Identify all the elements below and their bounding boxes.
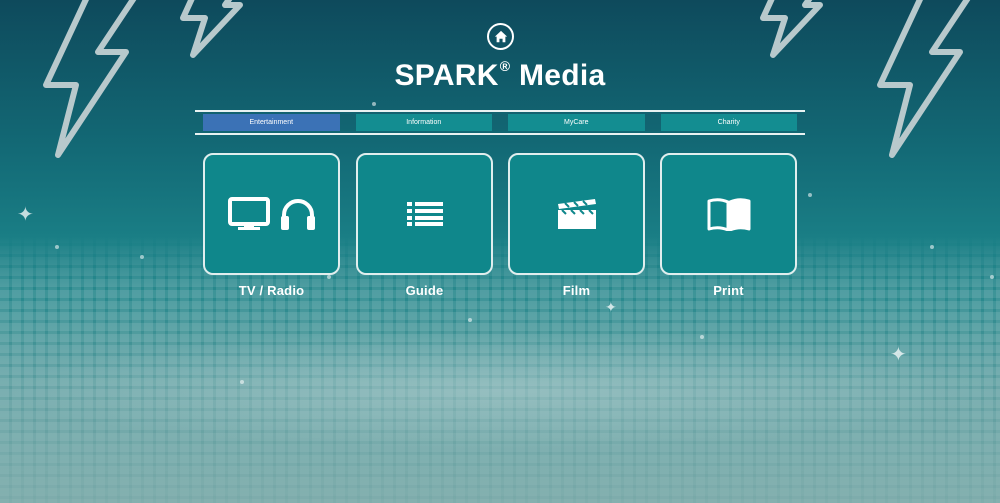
tile-guide: Guide (356, 153, 493, 298)
sparkle-dot (140, 255, 144, 259)
lightning-bolt-icon (760, 0, 823, 58)
sparkle-dot (372, 102, 376, 106)
sparkle-dot (990, 275, 994, 279)
tile-tv-radio: TV / Radio (203, 153, 340, 298)
tab-label: Charity (717, 119, 740, 126)
clapperboard-icon (557, 199, 596, 229)
tab-label: MyCare (563, 119, 589, 126)
sparkle-icon: ✦ (890, 344, 907, 366)
tile-label: TV / Radio (238, 283, 305, 298)
tv-radio-button[interactable] (203, 153, 340, 275)
sparkle-icon: ✦ (17, 204, 34, 226)
lightning-bolt-icon (180, 0, 243, 58)
home-icon (494, 30, 507, 42)
headphones-icon (280, 199, 315, 230)
list-icon (406, 202, 443, 226)
tile-label: Print (713, 283, 744, 298)
guide-button[interactable] (356, 153, 493, 275)
page-title: SPARK® Media (0, 58, 1000, 93)
media-tiles: TV / Radio Guide Film Print (203, 153, 803, 313)
sparkle-dot (468, 318, 472, 322)
category-tabs: Entertainment Information MyCare Charity (195, 110, 805, 135)
book-icon (707, 198, 750, 231)
app-title: SPARK (394, 59, 499, 92)
tab-charity[interactable]: Charity (660, 114, 797, 131)
registered-mark: ® (499, 58, 511, 74)
tab-mycare[interactable]: MyCare (508, 114, 645, 131)
tab-label: Information (406, 119, 442, 126)
tile-label: Film (562, 283, 591, 298)
tab-entertainment[interactable]: Entertainment (203, 114, 340, 131)
sparkle-dot (700, 335, 704, 339)
tile-print: Print (660, 153, 797, 298)
tile-label: Guide (405, 283, 444, 298)
sparkle-dot (55, 245, 59, 249)
tab-information[interactable]: Information (355, 114, 492, 131)
sparkle-dot (240, 380, 244, 384)
tile-film: Film (508, 153, 645, 298)
film-button[interactable] (508, 153, 645, 275)
monitor-icon (227, 197, 270, 230)
print-button[interactable] (660, 153, 797, 275)
background-haze (0, 330, 1000, 450)
home-button[interactable] (487, 23, 514, 50)
app-title-suffix: Media (519, 59, 606, 92)
sparkle-dot (808, 193, 812, 197)
tab-label: Entertainment (249, 119, 294, 126)
sparkle-dot (930, 245, 934, 249)
